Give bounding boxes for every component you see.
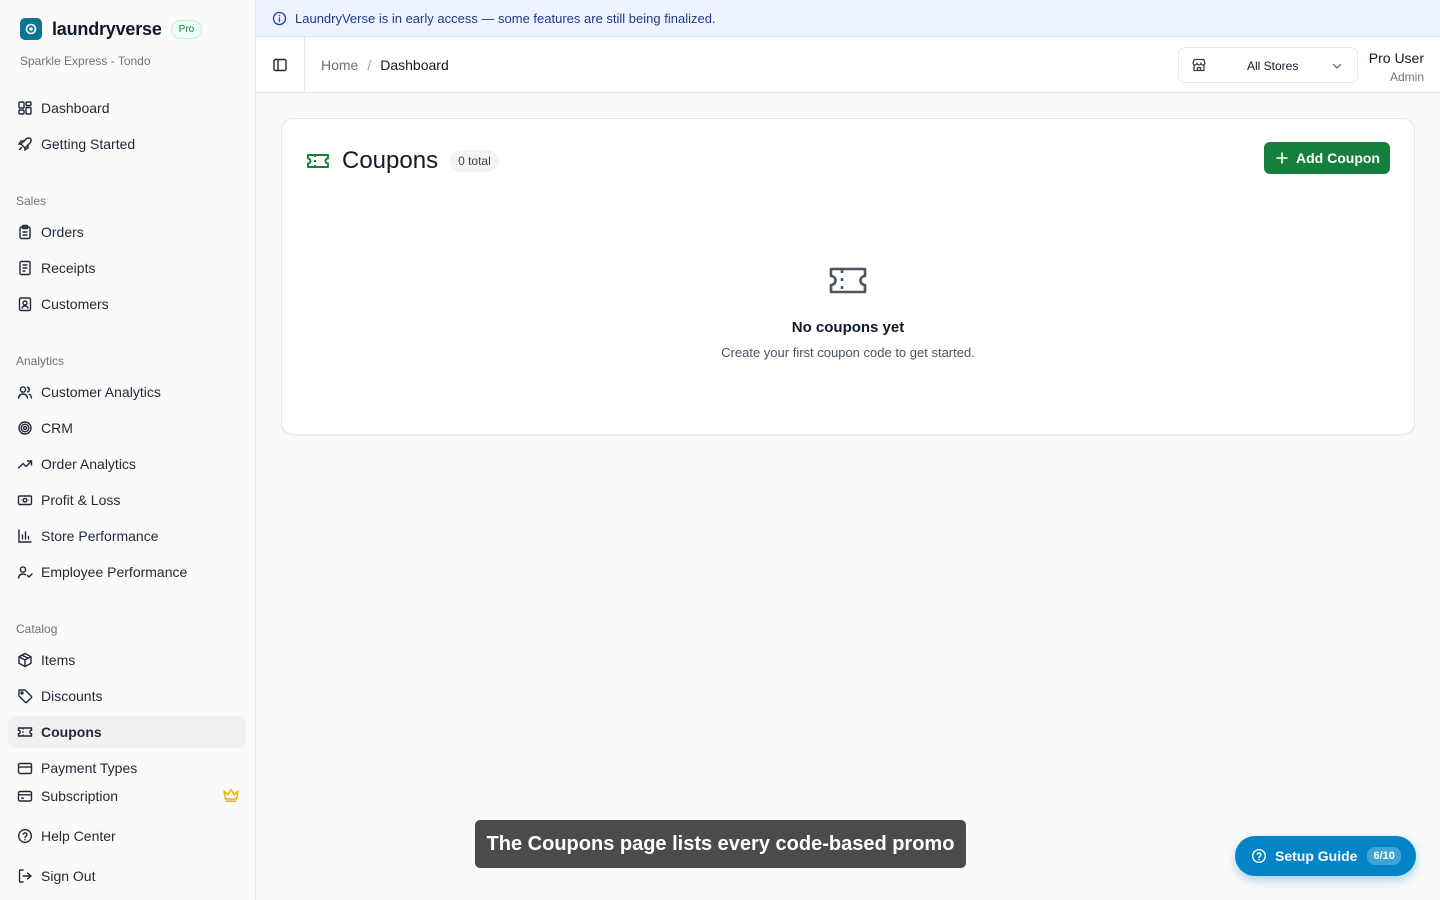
sidebar-item-profit-loss[interactable]: Profit & Loss <box>8 484 246 516</box>
tag-icon <box>16 688 33 705</box>
pro-badge: Pro <box>170 19 203 39</box>
tutorial-caption: The Coupons page lists every code-based … <box>475 820 966 868</box>
setup-guide-label: Setup Guide <box>1275 848 1358 864</box>
section-label-analytics: Analytics <box>16 354 65 368</box>
chevron-down-icon <box>1331 60 1343 72</box>
sidebar-item-label: Receipts <box>41 260 96 276</box>
wallet-icon <box>16 760 33 777</box>
users-icon <box>16 384 33 401</box>
sidebar-item-discounts[interactable]: Discounts <box>8 680 246 712</box>
sidebar-item-sign-out[interactable]: Sign Out <box>8 860 246 892</box>
package-icon <box>16 652 33 669</box>
sidebar-item-label: Employee Performance <box>41 564 188 580</box>
rocket-icon <box>16 136 33 153</box>
sidebar-item-help-center[interactable]: Help Center <box>8 820 246 852</box>
ticket-icon <box>828 265 868 299</box>
sidebar-item-items[interactable]: Items <box>8 644 246 676</box>
brand-name: laundryverse <box>52 18 162 39</box>
sidebar-item-order-analytics[interactable]: Order Analytics <box>8 448 246 480</box>
sidebar-item-label: Payment Types <box>41 760 138 776</box>
card-header: Coupons 0 total <box>306 147 499 175</box>
coupons-card: Coupons 0 total Add Coupon No coupons ye… <box>281 118 1415 435</box>
sidebar-item-label: Customer Analytics <box>41 384 161 400</box>
bar-chart-icon <box>16 528 33 545</box>
page-title: Coupons <box>342 147 439 174</box>
credit-card-icon <box>16 788 33 805</box>
sign-out-icon <box>16 868 33 885</box>
sidebar-item-label: Getting Started <box>41 136 136 152</box>
setup-guide-progress: 6/10 <box>1367 847 1401 865</box>
sidebar-item-customers[interactable]: Customers <box>8 288 246 320</box>
sidebar-item-employee-performance[interactable]: Employee Performance <box>8 556 246 588</box>
sidebar-item-label: Customers <box>41 296 109 312</box>
sidebar: laundryverse Pro Sparkle Express - Tondo… <box>0 0 256 900</box>
sidebar-item-label: Orders <box>41 224 84 240</box>
sidebar-item-label: CRM <box>41 420 73 436</box>
sidebar-item-label: Sign Out <box>41 868 96 884</box>
sidebar-item-label: Items <box>41 652 76 668</box>
store-select[interactable]: All Stores <box>1178 47 1358 83</box>
add-coupon-label: Add Coupon <box>1296 150 1380 166</box>
sidebar-item-label: Discounts <box>41 688 103 704</box>
sidebar-item-label: Order Analytics <box>41 456 136 472</box>
brand-logo-icon <box>20 18 42 40</box>
user-name: Pro User <box>1368 50 1424 66</box>
ticket-icon <box>16 724 33 741</box>
store-subtitle: Sparkle Express - Tondo <box>20 54 151 68</box>
breadcrumb: Home / Dashboard <box>321 57 449 73</box>
trend-icon <box>16 456 33 473</box>
add-coupon-button[interactable]: Add Coupon <box>1264 142 1390 174</box>
sidebar-item-crm[interactable]: CRM <box>8 412 246 444</box>
sidebar-item-payment-types[interactable]: Payment Types <box>8 752 246 776</box>
breadcrumb-home-link[interactable]: Home <box>321 57 358 73</box>
section-label-sales: Sales <box>16 194 47 208</box>
dashboard-icon <box>16 100 33 117</box>
target-icon <box>16 420 33 437</box>
sidebar-item-getting-started[interactable]: Getting Started <box>8 128 246 160</box>
plus-icon <box>1276 152 1288 164</box>
help-circle-icon <box>1251 848 1267 864</box>
sidebar-item-receipts[interactable]: Receipts <box>8 252 246 284</box>
panel-left-icon <box>272 57 288 73</box>
sidebar-item-customer-analytics[interactable]: Customer Analytics <box>8 376 246 408</box>
brand[interactable]: laundryverse Pro <box>20 18 203 40</box>
sidebar-toggle-button[interactable] <box>256 37 305 93</box>
crown-icon <box>222 787 240 803</box>
contact-icon <box>16 296 33 313</box>
ticket-icon <box>306 149 330 173</box>
user-check-icon <box>16 564 33 581</box>
money-icon <box>16 492 33 509</box>
sidebar-item-label: Help Center <box>41 828 116 844</box>
user-role: Admin <box>1389 70 1424 84</box>
setup-guide-button[interactable]: Setup Guide 6/10 <box>1235 836 1416 876</box>
user-menu[interactable]: Pro User Admin <box>1369 50 1424 84</box>
section-label-catalog: Catalog <box>16 622 58 636</box>
sidebar-item-label: Coupons <box>41 724 102 740</box>
sidebar-item-subscription[interactable]: Subscription <box>8 780 246 812</box>
banner-text: LaundryVerse is in early access — some f… <box>295 10 716 26</box>
store-select-value: All Stores <box>1247 59 1299 73</box>
sidebar-item-store-performance[interactable]: Store Performance <box>8 520 246 552</box>
breadcrumb-separator: / <box>367 57 372 73</box>
empty-state-title: No coupons yet <box>791 319 905 336</box>
empty-state-description: Create your first coupon code to get sta… <box>721 345 975 360</box>
sidebar-item-label: Profit & Loss <box>41 492 121 508</box>
sidebar-item-label: Store Performance <box>41 528 159 544</box>
early-access-banner: LaundryVerse is in early access — some f… <box>256 0 1440 37</box>
clipboard-icon <box>16 224 33 241</box>
breadcrumb-current: Dashboard <box>380 57 449 73</box>
sidebar-item-orders[interactable]: Orders <box>8 216 246 248</box>
info-icon <box>272 11 287 26</box>
sidebar-item-dashboard[interactable]: Dashboard <box>8 92 246 124</box>
sidebar-item-label: Subscription <box>41 788 119 804</box>
sidebar-item-coupons[interactable]: Coupons <box>8 716 246 748</box>
receipt-icon <box>16 260 33 277</box>
help-circle-icon <box>16 828 33 845</box>
sidebar-item-label: Dashboard <box>41 100 110 116</box>
coupon-count-badge: 0 total <box>450 150 499 172</box>
top-header: Home / Dashboard All Stores Pro User Adm… <box>256 37 1440 93</box>
store-icon <box>1191 57 1207 73</box>
sidebar-scroll-clip: Payment Types <box>8 752 246 776</box>
